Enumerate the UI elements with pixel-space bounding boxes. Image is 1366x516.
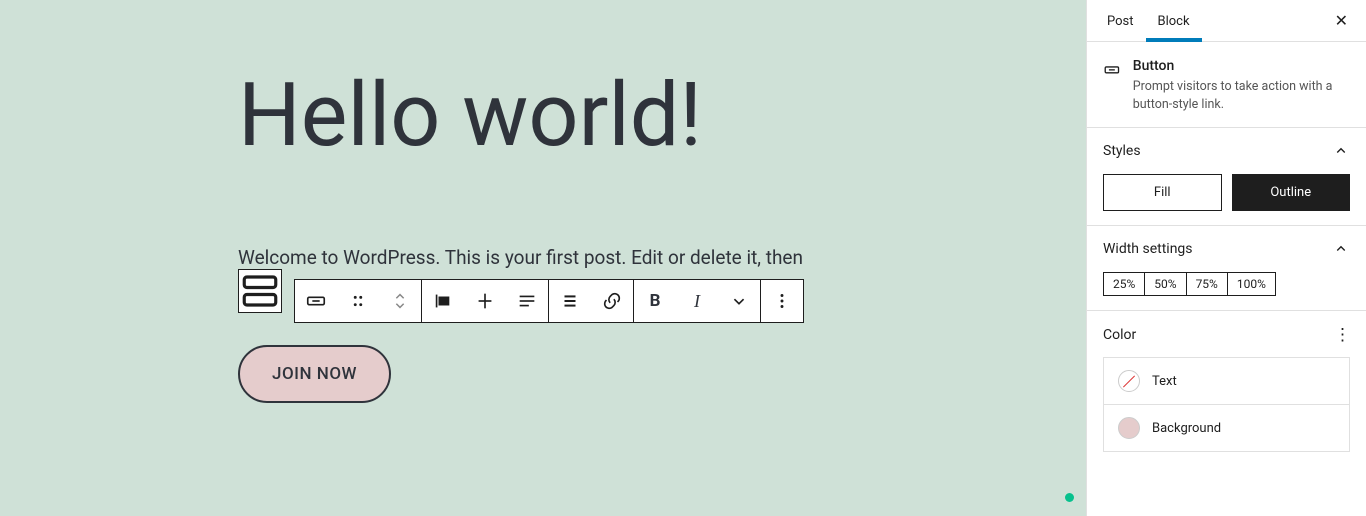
style-options: Fill Outline — [1103, 174, 1350, 211]
align-center-icon[interactable] — [464, 280, 506, 322]
link-icon[interactable] — [591, 280, 633, 322]
presence-indicator-icon — [1065, 493, 1074, 502]
move-updown-icon[interactable] — [379, 280, 421, 322]
panel-width-toggle[interactable]: Width settings — [1103, 240, 1350, 258]
color-item-text-label: Text — [1152, 374, 1177, 389]
tab-block[interactable]: Block — [1146, 0, 1202, 41]
editor-canvas: Hello world! Welcome to WordPress. This … — [0, 0, 1086, 516]
panel-color-title: Color — [1103, 327, 1136, 343]
style-outline[interactable]: Outline — [1232, 174, 1351, 211]
close-sidebar-icon[interactable]: ✕ — [1325, 1, 1358, 40]
color-item-background-label: Background — [1152, 421, 1221, 436]
italic-button[interactable]: I — [676, 280, 718, 322]
panel-styles-toggle[interactable]: Styles — [1103, 142, 1350, 160]
block-description: Prompt visitors to take action with a bu… — [1133, 78, 1350, 113]
swatch-background-icon — [1118, 417, 1140, 439]
tab-post[interactable]: Post — [1095, 0, 1146, 41]
panel-styles-title: Styles — [1103, 143, 1141, 159]
width-100[interactable]: 100% — [1228, 273, 1275, 295]
panel-width: Width settings 25% 50% 75% 100% — [1087, 226, 1366, 311]
align-left-icon[interactable] — [422, 280, 464, 322]
sidebar-tabs: Post Block ✕ — [1087, 0, 1366, 42]
panel-width-title: Width settings — [1103, 241, 1193, 257]
block-title-label: Button — [1133, 58, 1350, 74]
panel-color: Color ⋮ Text Background — [1087, 311, 1366, 466]
button-block[interactable]: JOIN NOW — [238, 345, 391, 403]
more-formats-icon[interactable] — [718, 280, 760, 322]
options-icon[interactable] — [761, 280, 803, 322]
text-align-icon[interactable] — [506, 280, 548, 322]
post-paragraph[interactable]: Welcome to WordPress. This is your first… — [238, 246, 1086, 269]
block-header: Button Prompt visitors to take action wi… — [1087, 42, 1366, 128]
width-options: 25% 50% 75% 100% — [1103, 272, 1276, 296]
color-item-text[interactable]: Text — [1104, 358, 1349, 404]
parent-block-button[interactable] — [238, 269, 282, 313]
width-75[interactable]: 75% — [1187, 273, 1228, 295]
panel-color-head[interactable]: Color ⋮ — [1103, 325, 1350, 345]
style-fill[interactable]: Fill — [1103, 174, 1222, 211]
width-50[interactable]: 50% — [1145, 273, 1186, 295]
block-toolbar: B I — [294, 279, 804, 323]
color-item-background[interactable]: Background — [1104, 404, 1349, 451]
chevron-up-icon — [1332, 240, 1350, 258]
settings-sidebar: Post Block ✕ Button Prompt visitors to t… — [1086, 0, 1366, 516]
width-icon[interactable] — [549, 280, 591, 322]
post-title[interactable]: Hello world! — [238, 72, 1086, 160]
panel-styles: Styles Fill Outline — [1087, 128, 1366, 226]
button-block-icon — [1103, 58, 1121, 82]
width-25[interactable]: 25% — [1104, 273, 1145, 295]
color-options-icon[interactable]: ⋮ — [1334, 325, 1350, 345]
swatch-text-icon — [1118, 370, 1140, 392]
chevron-up-icon — [1332, 142, 1350, 160]
block-type-button-icon[interactable] — [295, 280, 337, 322]
drag-handle-icon[interactable] — [337, 280, 379, 322]
bold-button[interactable]: B — [634, 280, 676, 322]
color-items: Text Background — [1103, 357, 1350, 452]
